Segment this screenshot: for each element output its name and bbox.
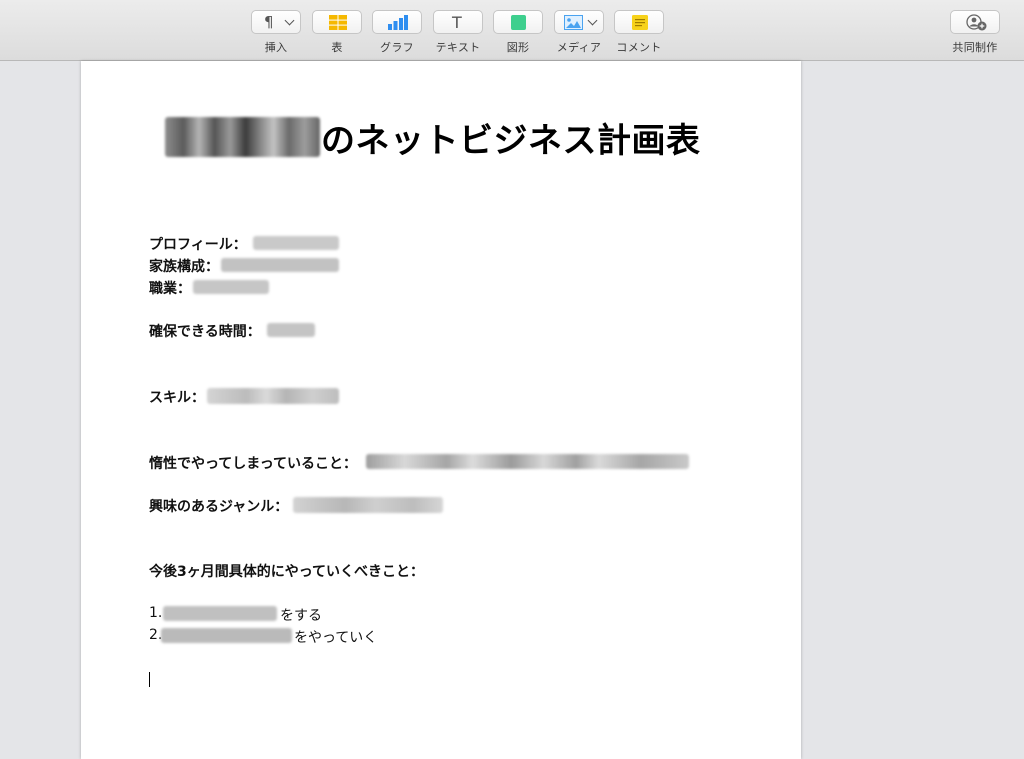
paragraph-icon: ¶ — [264, 13, 274, 31]
toolbar: ¶ 挿入 表 グラフ T テキスト 図形 メディア コメント 共同制作 — [0, 0, 1024, 61]
chart-button[interactable] — [372, 10, 422, 34]
time-label: 確保できる時間： — [149, 324, 261, 340]
text-icon: T — [452, 13, 462, 32]
interest-label: 興味のあるジャンル： — [149, 499, 289, 515]
insert-tool[interactable]: ¶ 挿入 — [248, 10, 304, 55]
comment-button[interactable] — [614, 10, 664, 34]
table-button[interactable] — [312, 10, 362, 34]
redacted-time — [267, 323, 315, 337]
chevron-down-icon — [587, 15, 598, 26]
table-tool[interactable]: 表 — [309, 10, 365, 55]
text-label: テキスト — [435, 41, 481, 54]
redacted-plan-item-1 — [163, 606, 277, 621]
media-label: メディア — [556, 41, 602, 54]
chart-icon — [388, 15, 408, 30]
redacted-name — [165, 117, 320, 157]
redacted-job — [193, 280, 269, 294]
text-cursor — [149, 672, 150, 687]
shape-button[interactable] — [493, 10, 543, 34]
media-button[interactable] — [554, 10, 604, 34]
comment-label: コメント — [616, 41, 662, 54]
shape-tool[interactable]: 図形 — [490, 10, 546, 55]
habit-label: 惰性でやってしまっていること： — [149, 456, 358, 472]
collaborate-button[interactable] — [950, 10, 1000, 34]
media-icon — [564, 15, 583, 30]
shape-icon — [511, 15, 526, 30]
plan-item-1-suffix: をする — [280, 608, 322, 624]
comment-tool[interactable]: コメント — [611, 10, 667, 55]
chevron-down-icon — [284, 15, 295, 26]
redacted-habit — [366, 454, 689, 469]
shape-label: 図形 — [506, 41, 530, 54]
add-person-icon — [966, 14, 987, 31]
text-button[interactable]: T — [433, 10, 483, 34]
collaborate-label: 共同制作 — [952, 41, 998, 54]
plan-item-1-prefix: 1. — [149, 605, 163, 621]
insert-label: 挿入 — [264, 41, 288, 54]
plan-heading: 今後3ヶ月間具体的にやっていくべきこと： — [149, 564, 425, 580]
profile-label: プロフィール： — [149, 237, 247, 253]
comment-icon — [632, 15, 648, 30]
collaborate-tool[interactable]: 共同制作 — [947, 10, 1003, 55]
text-tool[interactable]: T テキスト — [430, 10, 486, 55]
plan-item-2-suffix: をやっていく — [294, 630, 378, 646]
table-icon — [329, 15, 347, 30]
redacted-interest — [293, 497, 443, 513]
insert-button[interactable]: ¶ — [251, 10, 301, 34]
redacted-skill — [207, 388, 339, 404]
document-page[interactable]: のネットビジネス計画表 プロフィール： 家族構成： 職業： 確保できる時間： ス… — [81, 61, 801, 759]
redacted-plan-item-2 — [161, 628, 292, 643]
document-title: のネットビジネス計画表 — [321, 121, 701, 161]
chart-label: グラフ — [380, 41, 414, 54]
skill-label: スキル： — [149, 390, 205, 406]
table-label: 表 — [331, 41, 343, 54]
chart-tool[interactable]: グラフ — [369, 10, 425, 55]
redacted-family — [221, 258, 339, 272]
redacted-profile — [253, 236, 339, 250]
family-label: 家族構成： — [149, 259, 219, 275]
media-tool[interactable]: メディア — [551, 10, 607, 55]
job-label: 職業： — [149, 281, 191, 297]
